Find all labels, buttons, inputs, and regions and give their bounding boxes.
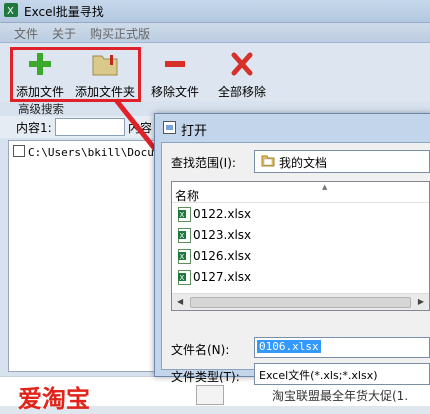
menu-buy[interactable]: 购买正式版	[90, 25, 150, 42]
documents-folder-icon	[261, 155, 275, 167]
dialog-title: 打开	[181, 124, 208, 139]
file-view[interactable]: ▲ 名称 X 0122.xlsx X 0123.xlsx X 0126.xlsx…	[171, 181, 430, 311]
svg-text:X: X	[180, 232, 185, 240]
excel-file-icon: X	[178, 207, 191, 222]
list-item[interactable]: C:\Users\bkill\Docume	[13, 145, 167, 159]
list-item-path: C:\Users\bkill\Docume	[28, 146, 168, 159]
content1-input[interactable]	[55, 118, 125, 136]
remove-all-button[interactable]: 全部移除	[209, 49, 275, 99]
sort-up-icon: ▲	[322, 183, 328, 191]
excel-app-icon: X	[4, 3, 18, 17]
file-item[interactable]: X 0123.xlsx	[178, 227, 298, 245]
menu-about[interactable]: 关于	[52, 25, 76, 42]
app-title: Excel批量寻找	[24, 5, 104, 19]
filename-value: 0106.xlsx	[257, 340, 321, 353]
file-item[interactable]: X 0127.xlsx	[178, 269, 298, 287]
filetype-value: Excel文件(*.xls;*.xlsx)	[259, 369, 378, 382]
svg-text:X: X	[180, 253, 185, 261]
file-item[interactable]: X 0122.xlsx	[178, 206, 298, 224]
excel-file-icon: X	[178, 270, 191, 285]
file-item[interactable]: X 0126.xlsx	[178, 248, 298, 266]
ad-headline: 爱淘宝	[18, 384, 90, 413]
filetype-select[interactable]: Excel文件(*.xls;*.xlsx)	[254, 363, 430, 385]
minus-icon	[165, 61, 185, 67]
horizontal-scrollbar[interactable]: ◀ ▶	[172, 293, 429, 310]
app-title-bar: X Excel批量寻找	[0, 0, 430, 23]
advanced-search-label: 高级搜索	[18, 102, 64, 116]
content1-label: 内容1:	[16, 121, 52, 135]
scroll-thumb[interactable]	[190, 297, 411, 308]
scroll-right-icon[interactable]: ▶	[418, 297, 424, 306]
remove-file-label: 移除文件	[150, 85, 199, 99]
content2-label: 内容	[128, 121, 153, 135]
file-name: 0126.xlsx	[193, 249, 252, 263]
svg-text:X: X	[7, 6, 14, 17]
look-in-select[interactable]: 我的文档	[254, 150, 430, 173]
dialog-body: 查找范围(I): 我的文档 ▲ 名称 X 0122.xlsx X 0123.xl…	[161, 142, 430, 385]
filename-label: 文件名(N):	[171, 343, 230, 357]
dialog-title-bar: 打开	[155, 114, 430, 142]
highlight-box	[10, 47, 141, 102]
look-in-value: 我的文档	[279, 156, 328, 170]
column-header-name[interactable]: ▲ 名称	[172, 182, 429, 203]
file-name: 0127.xlsx	[193, 270, 252, 284]
filename-input[interactable]: 0106.xlsx	[254, 337, 430, 358]
open-folder-icon	[163, 121, 176, 134]
file-name: 0122.xlsx	[193, 207, 252, 221]
excel-file-icon: X	[178, 249, 191, 264]
svg-text:X: X	[180, 274, 185, 282]
remove-file-button[interactable]: 移除文件	[142, 49, 208, 99]
remove-all-label: 全部移除	[217, 85, 266, 99]
x-icon	[231, 52, 253, 76]
look-in-label: 查找范围(I):	[171, 156, 236, 170]
ad-logo-icon	[196, 385, 224, 405]
filetype-label: 文件类型(T):	[171, 370, 240, 384]
ad-text: 淘宝联盟最全年货大促(1.	[272, 389, 409, 403]
excel-file-icon: X	[178, 228, 191, 243]
file-name: 0123.xlsx	[193, 228, 252, 242]
menu-bar: 文件 关于 购买正式版	[0, 23, 430, 43]
open-dialog: 打开 查找范围(I): 我的文档 ▲ 名称 X 0122.xlsx X 0123…	[154, 113, 430, 385]
list-item-checkbox[interactable]	[13, 145, 25, 157]
svg-text:X: X	[180, 211, 185, 219]
file-list[interactable]: C:\Users\bkill\Docume	[8, 140, 170, 372]
menu-file[interactable]: 文件	[14, 25, 38, 42]
column-name-label: 名称	[175, 189, 200, 203]
scroll-left-icon[interactable]: ◀	[177, 297, 183, 306]
